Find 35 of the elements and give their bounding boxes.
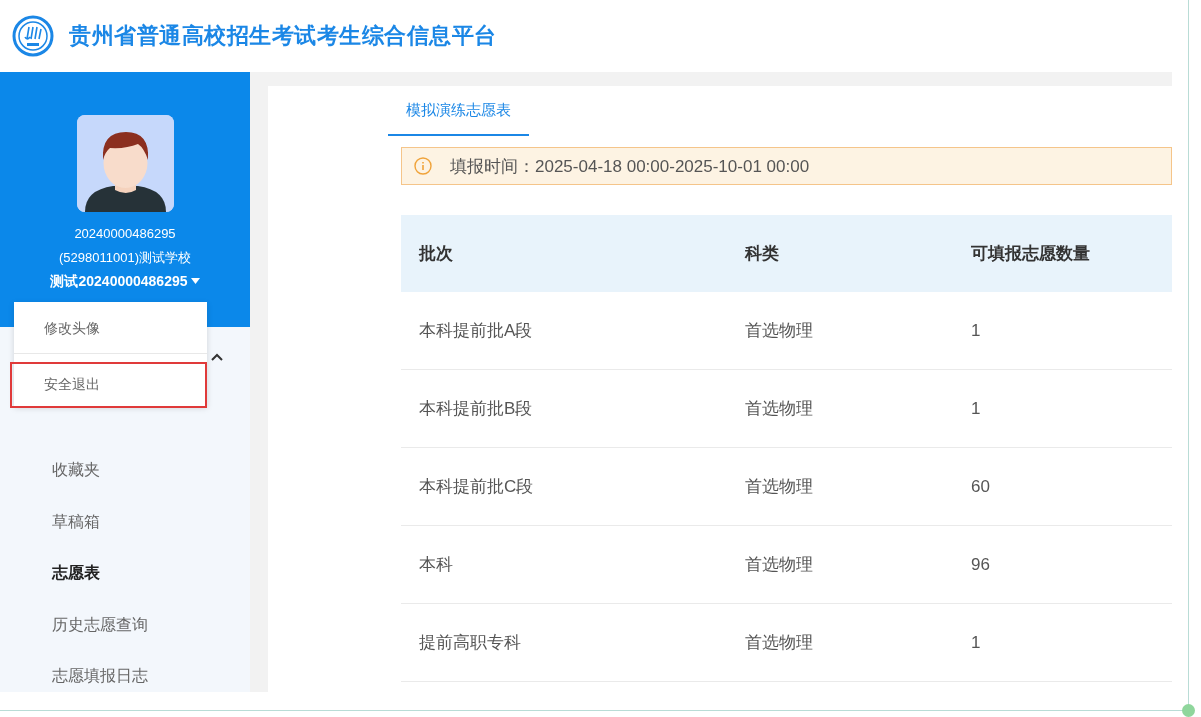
table-cell: 1	[953, 292, 1172, 370]
table-cell: 60	[953, 447, 1172, 526]
user-name-dropdown[interactable]: 测试20240000486295	[50, 270, 200, 292]
column-header: 可填报志愿数量	[953, 215, 1172, 292]
table-cell: 首选物理	[727, 292, 953, 370]
sidebar-item[interactable]: 志愿表	[0, 547, 250, 599]
table-cell: 本科	[401, 525, 727, 604]
column-header: 批次	[401, 215, 727, 292]
school-name: (5298011001)测试学校	[59, 249, 191, 267]
resize-handle[interactable]	[1182, 704, 1195, 717]
table-cell: 1	[953, 369, 1172, 448]
table-cell: 首选物理	[727, 525, 953, 604]
table-cell: 首选物理	[727, 603, 953, 682]
table-cell: 首选物理	[727, 447, 953, 526]
exam-number: 20240000486295	[74, 225, 176, 243]
menu-item[interactable]: 修改头像	[14, 302, 207, 354]
menu-item[interactable]: 安全退出	[12, 364, 205, 406]
column-header: 科类	[727, 215, 953, 292]
table-cell: 本科提前批C段	[401, 447, 727, 526]
sidebar-item[interactable]: 历史志愿查询	[0, 598, 250, 650]
table-cell: 96	[953, 525, 1172, 604]
logo-icon	[12, 15, 54, 57]
chevron-up-icon[interactable]	[211, 353, 223, 361]
sidebar-item[interactable]: 收藏夹	[0, 444, 250, 496]
sidebar-item[interactable]: 志愿填报日志	[0, 650, 250, 702]
notice-text: 填报时间：2025-04-18 00:00-2025-10-01 00:00	[450, 155, 810, 178]
info-icon	[414, 157, 432, 175]
sidebar-item[interactable]: 草稿箱	[0, 495, 250, 547]
table-cell: 提前高职专科	[401, 603, 727, 682]
site-title: 贵州省普通高校招生考试考生综合信息平台	[69, 22, 497, 50]
table-cell: 首选物理	[727, 369, 953, 448]
table-cell: 1	[953, 603, 1172, 682]
table-cell: 本科提前批A段	[401, 292, 727, 370]
table-cell: 本科提前批B段	[401, 369, 727, 448]
tab[interactable]: 模拟演练志愿表	[388, 95, 529, 136]
